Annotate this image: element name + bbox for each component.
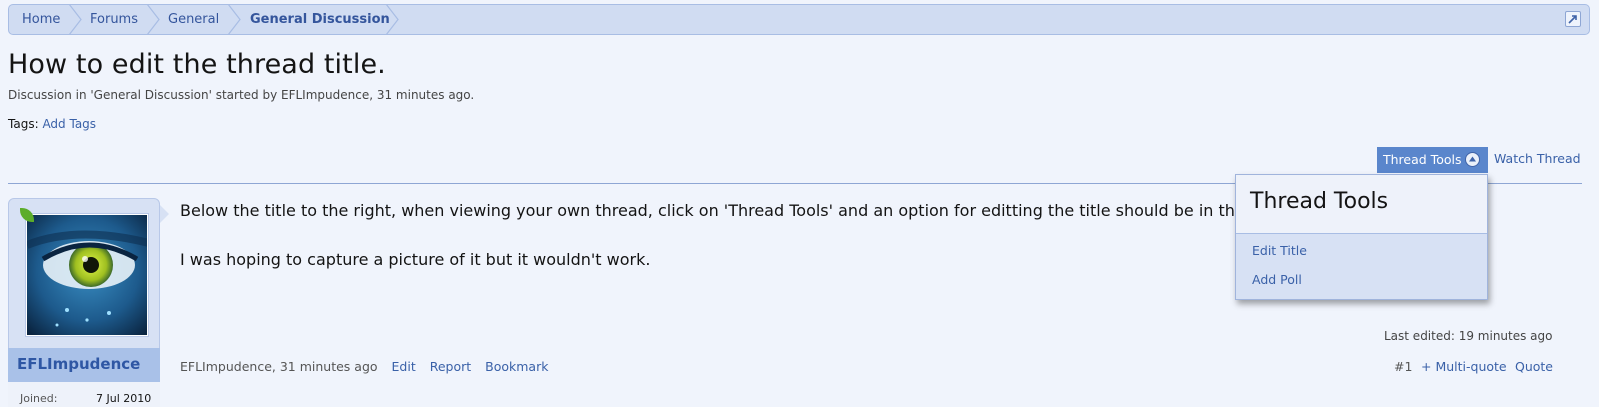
bookmark-link[interactable]: Bookmark [485, 359, 548, 374]
joined-label: Joined: [20, 392, 58, 405]
message-text-line-2: I was hoping to capture a picture of it … [180, 250, 651, 269]
edit-link[interactable]: Edit [392, 359, 416, 374]
username-link[interactable]: EFLImpudence [17, 355, 140, 373]
breadcrumb-home[interactable]: Home [22, 5, 60, 34]
menu-title: Thread Tools [1250, 189, 1389, 214]
jump-to-icon[interactable] [1565, 11, 1581, 27]
breadcrumb-separator-icon [386, 5, 399, 34]
avatar[interactable] [25, 213, 149, 337]
thread-meta: Discussion in 'General Discussion' start… [8, 88, 475, 102]
quote-link[interactable]: Quote [1515, 359, 1553, 374]
page-title: How to edit the thread title. [8, 49, 386, 80]
thread-tools-menu: Thread Tools Edit Title Add Poll [1235, 174, 1488, 300]
menu-item-edit-title[interactable]: Edit Title [1252, 243, 1307, 258]
add-tags-link[interactable]: Add Tags [42, 117, 96, 131]
tags-label: Tags: [8, 117, 39, 131]
post-author-time: EFLImpudence, 31 minutes ago [180, 359, 378, 374]
last-edited: Last edited: 19 minutes ago [1384, 329, 1553, 343]
breadcrumb-separator-icon [69, 5, 82, 34]
watch-thread-link[interactable]: Watch Thread [1494, 151, 1581, 166]
breadcrumb-separator-icon [147, 5, 160, 34]
breadcrumb-general-discussion[interactable]: General Discussion [250, 5, 390, 34]
breadcrumb-separator-icon [228, 5, 241, 34]
message-text-line-1: Below the title to the right, when viewi… [180, 201, 1374, 220]
post-number[interactable]: #1 [1394, 359, 1412, 374]
multi-quote-link[interactable]: + Multi-quote [1421, 359, 1507, 374]
joined-value: 7 Jul 2010 [96, 392, 152, 405]
chevron-up-icon[interactable] [1465, 152, 1480, 167]
breadcrumb-forums[interactable]: Forums [90, 5, 138, 34]
menu-list: Edit Title Add Poll [1236, 234, 1487, 299]
post-footer: EFLImpudence, 31 minutes ago Edit Report… [180, 359, 548, 374]
tags-row: Tags: Add Tags [8, 117, 96, 131]
sidebar-pointer [160, 205, 169, 223]
breadcrumb: Home Forums General General Discussion [8, 4, 1590, 35]
report-link[interactable]: Report [430, 359, 471, 374]
menu-item-add-poll[interactable]: Add Poll [1252, 272, 1302, 287]
breadcrumb-general[interactable]: General [168, 5, 219, 34]
